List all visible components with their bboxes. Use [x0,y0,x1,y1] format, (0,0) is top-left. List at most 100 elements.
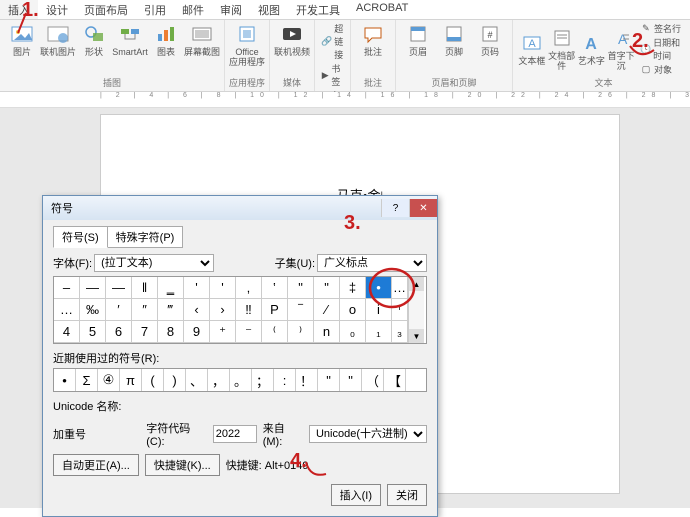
symbol-cell[interactable]: ⁻ [236,321,262,343]
symbol-cell[interactable]: ⁱ [392,299,408,321]
ribbon-tab-5[interactable]: 审阅 [212,0,250,19]
shortcut-key-button[interactable]: 快捷键(K)... [145,454,220,476]
chart-button[interactable]: 图表 [148,22,184,58]
grid-scrollbar[interactable]: ▲ ▼ [408,277,424,343]
symbol-cell[interactable]: 5 [80,321,106,343]
symbol-cell[interactable]: 7 [132,321,158,343]
symbol-cell[interactable]: ₀ [340,321,366,343]
symbol-cell[interactable]: ' [210,277,236,299]
symbol-cell[interactable]: ₃ [392,321,408,343]
screenshot-button[interactable]: 屏幕截图 [184,22,220,58]
cancel-button[interactable]: 关闭 [387,484,427,506]
symbol-cell[interactable]: ⁾ [288,321,314,343]
bookmark-button[interactable]: ▶书签 [319,62,346,88]
tab-symbols[interactable]: 符号(S) [53,226,108,248]
ribbon-tab-2[interactable]: 页面布局 [76,0,136,19]
autocorrect-button[interactable]: 自动更正(A)... [53,454,139,476]
symbol-cell[interactable]: o [340,299,366,321]
subset-select[interactable]: 广义标点 [317,254,427,272]
symbol-cell[interactable]: ‾ [288,299,314,321]
symbol-cell[interactable]: ‡ [340,277,366,299]
insert-button[interactable]: 插入(I) [331,484,381,506]
smartart-button[interactable]: SmartArt [112,22,148,58]
symbol-cell[interactable]: – [54,277,80,299]
hyperlink-button[interactable]: 🔗超链接 [319,22,346,61]
recent-symbol-cell[interactable]: • [54,369,76,391]
recent-symbol-cell[interactable]: : [274,369,296,391]
symbol-cell[interactable]: 4 [54,321,80,343]
recent-symbol-cell[interactable]: 、 [186,369,208,391]
recent-symbol-cell[interactable]: Σ [76,369,98,391]
dropcap-button[interactable]: A首字下沉 [606,26,636,72]
symbol-cell[interactable]: i [366,299,392,321]
symbol-cell[interactable]: ‚ [236,277,262,299]
ribbon-tab-0[interactable]: 插入 [0,0,38,19]
symbol-cell[interactable]: ‴ [158,299,184,321]
footer-button[interactable]: 页脚 [436,22,472,58]
symbol-cell[interactable]: ‗ [158,277,184,299]
symbol-cell[interactable]: " [314,277,340,299]
tab-special-chars[interactable]: 特殊字符(P) [107,226,184,248]
ribbon-tab-1[interactable]: 设计 [38,0,76,19]
symbol-cell[interactable]: 6 [106,321,132,343]
office-apps-button[interactable]: Office 应用程序 [229,22,265,68]
recent-symbol-cell[interactable]: π [120,369,142,391]
symbol-cell[interactable]: ‛ [262,277,288,299]
symbol-cell[interactable]: › [210,299,236,321]
symbol-cell[interactable]: " [288,277,314,299]
pagenum-button[interactable]: #页码 [472,22,508,58]
recent-symbol-cell[interactable]: ； [252,369,274,391]
dialog-titlebar[interactable]: 符号 ? ✕ [43,196,437,220]
charcode-input[interactable] [213,425,257,443]
symbol-cell[interactable]: ⁺ [210,321,236,343]
symbol-cell[interactable]: ′ [106,299,132,321]
signature-line-button[interactable]: ✎签名行 [638,22,690,35]
symbol-cell[interactable]: n [314,321,340,343]
ribbon-tab-3[interactable]: 引用 [136,0,174,19]
parts-button[interactable]: 文档部件 [547,26,577,72]
from-select[interactable]: Unicode(十六进制) [309,425,427,443]
symbol-cell[interactable]: ‰ [80,299,106,321]
online-video-button[interactable]: 联机视频 [274,22,310,58]
symbol-cell[interactable]: — [80,277,106,299]
symbol-cell[interactable]: ― [106,277,132,299]
recent-symbol-cell[interactable]: ) [164,369,186,391]
symbol-cell[interactable]: ₁ [366,321,392,343]
comment-button[interactable]: 批注 [355,22,391,58]
shapes-button[interactable]: 形状 [76,22,112,58]
header-button[interactable]: 页眉 [400,22,436,58]
recent-symbol-cell[interactable]: ， [208,369,230,391]
textbox-button[interactable]: A文本框 [517,31,547,67]
symbol-cell[interactable]: 9 [184,321,210,343]
symbol-cell[interactable]: ″ [132,299,158,321]
symbol-cell[interactable]: P [262,299,288,321]
wordart-button[interactable]: A艺术字 [576,31,606,67]
symbol-cell[interactable]: ' [184,277,210,299]
symbol-cell[interactable]: ‼ [236,299,262,321]
object-button[interactable]: ▢对象 [638,63,690,76]
symbol-cell[interactable]: … [392,277,408,299]
dialog-close-button[interactable]: ✕ [409,199,437,217]
dialog-help-button[interactable]: ? [381,199,409,217]
recent-symbol-cell[interactable]: ④ [98,369,120,391]
symbol-cell[interactable]: • [366,277,392,299]
recent-symbol-cell[interactable]: 【 [384,369,406,391]
symbol-cell[interactable]: 8 [158,321,184,343]
scroll-thumb[interactable] [409,291,424,329]
font-select[interactable]: (拉丁文本) [94,254,214,272]
recent-symbol-cell[interactable]: ！ [296,369,318,391]
recent-symbol-cell[interactable]: （ [362,369,384,391]
insert-picture-button[interactable]: 图片 [4,22,40,58]
recent-symbol-cell[interactable]: " [318,369,340,391]
ribbon-tab-8[interactable]: ACROBAT [348,0,416,19]
scroll-up-button[interactable]: ▲ [409,277,424,291]
recent-symbol-cell[interactable]: ( [142,369,164,391]
symbol-cell[interactable]: ⁄ [314,299,340,321]
datetime-button[interactable]: 🕓日期和时间 [638,36,690,62]
symbol-cell[interactable]: … [54,299,80,321]
symbol-cell[interactable]: ‖ [132,277,158,299]
symbol-cell[interactable]: ‹ [184,299,210,321]
recent-symbol-cell[interactable]: " [340,369,362,391]
ribbon-tab-7[interactable]: 开发工具 [288,0,348,19]
ribbon-tab-6[interactable]: 视图 [250,0,288,19]
